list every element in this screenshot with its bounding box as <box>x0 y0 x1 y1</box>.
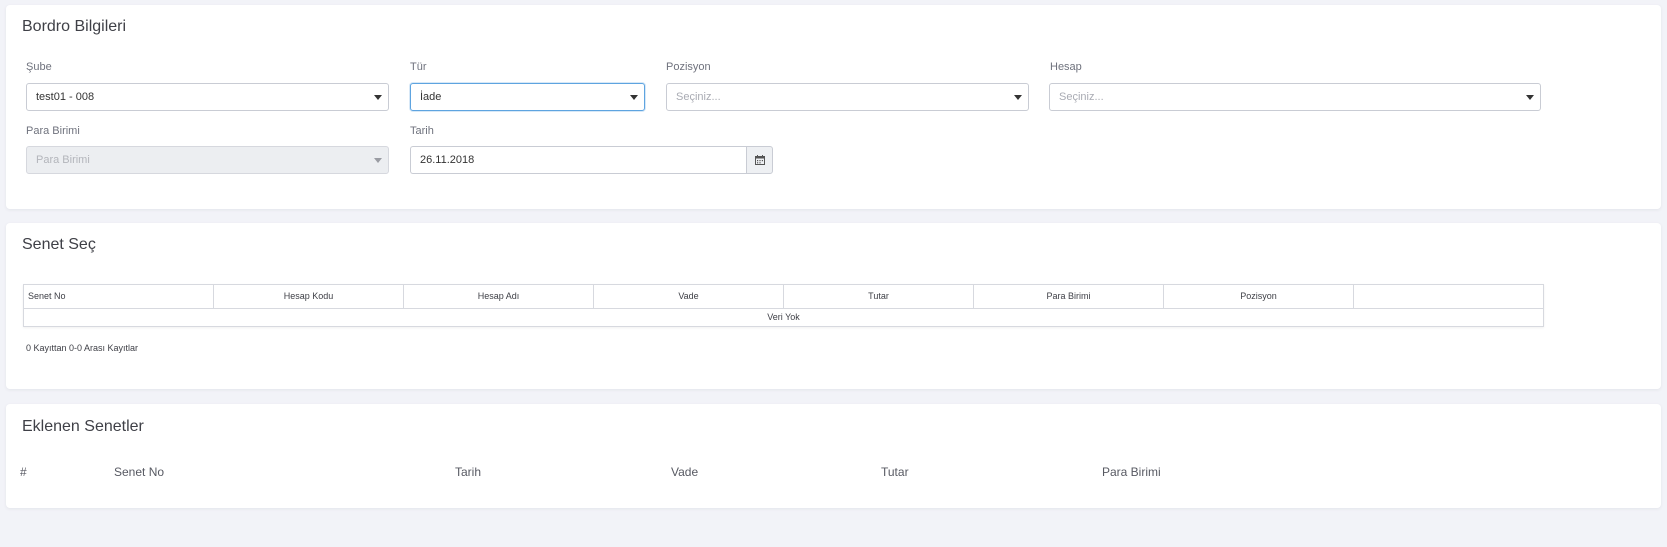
caret-down-icon <box>374 95 382 100</box>
column-header: Tutar <box>881 465 909 479</box>
caret-down-icon <box>630 95 638 100</box>
para-birimi-placeholder: Para Birimi <box>36 154 90 166</box>
tarih-input[interactable]: 26.11.2018 <box>410 146 746 174</box>
tur-value: İade <box>420 91 442 103</box>
caret-down-icon <box>1014 95 1022 100</box>
sube-select[interactable]: test01 - 008 <box>26 83 389 111</box>
hesap-placeholder: Seçiniz... <box>1059 91 1104 103</box>
column-header[interactable]: Vade <box>594 285 784 308</box>
eklenen-senetler-card: Eklenen Senetler # Senet No Tarih Vade T… <box>6 404 1661 508</box>
pozisyon-placeholder: Seçiniz... <box>676 91 721 103</box>
para-birimi-select: Para Birimi <box>26 146 389 174</box>
hesap-select[interactable]: Seçiniz... <box>1049 83 1541 111</box>
column-header[interactable]: Tutar <box>784 285 974 308</box>
column-header[interactable]: Senet No <box>24 285 214 308</box>
bordro-bilgileri-title: Bordro Bilgileri <box>22 18 127 35</box>
calendar-button[interactable] <box>746 146 773 174</box>
column-header: Vade <box>671 465 699 479</box>
hesap-label: Hesap <box>1050 61 1082 73</box>
para-birimi-label: Para Birimi <box>26 125 80 137</box>
eklenen-senetler-title: Eklenen Senetler <box>22 418 144 435</box>
tur-label: Tür <box>410 61 427 73</box>
bordro-bilgileri-card: Bordro Bilgileri Şube test01 - 008 Tür İ… <box>6 5 1661 209</box>
column-header[interactable]: Hesap Kodu <box>214 285 404 308</box>
senet-sec-title: Senet Seç <box>22 236 96 253</box>
column-header[interactable]: Pozisyon <box>1164 285 1354 308</box>
tarih-label: Tarih <box>410 125 434 137</box>
tarih-group: 26.11.2018 <box>410 146 773 174</box>
sube-value: test01 - 008 <box>36 91 95 103</box>
table-info: 0 Kayıttan 0-0 Arası Kayıtlar <box>26 343 139 353</box>
column-header: Para Birimi <box>1102 465 1161 479</box>
tur-select[interactable]: İade <box>410 83 645 111</box>
sube-label: Şube <box>26 61 52 73</box>
calendar-icon <box>754 155 765 165</box>
senet-table: Senet No Hesap Kodu Hesap Adı Vade Tutar… <box>23 284 1544 327</box>
pozisyon-label: Pozisyon <box>666 61 711 73</box>
empty-row: Veri Yok <box>767 312 800 322</box>
column-header <box>1354 285 1543 308</box>
caret-down-icon <box>374 158 382 163</box>
senet-table-header: Senet No Hesap Kodu Hesap Adı Vade Tutar… <box>24 285 1543 309</box>
column-header[interactable]: Para Birimi <box>974 285 1164 308</box>
senet-sec-card: Senet Seç Senet No Hesap Kodu Hesap Adı … <box>6 223 1661 389</box>
column-header[interactable]: Hesap Adı <box>404 285 594 308</box>
column-header: Senet No <box>114 465 165 479</box>
caret-down-icon <box>1526 95 1534 100</box>
column-header: # <box>20 465 27 479</box>
pozisyon-select[interactable]: Seçiniz... <box>666 83 1029 111</box>
column-header: Tarih <box>455 465 482 479</box>
